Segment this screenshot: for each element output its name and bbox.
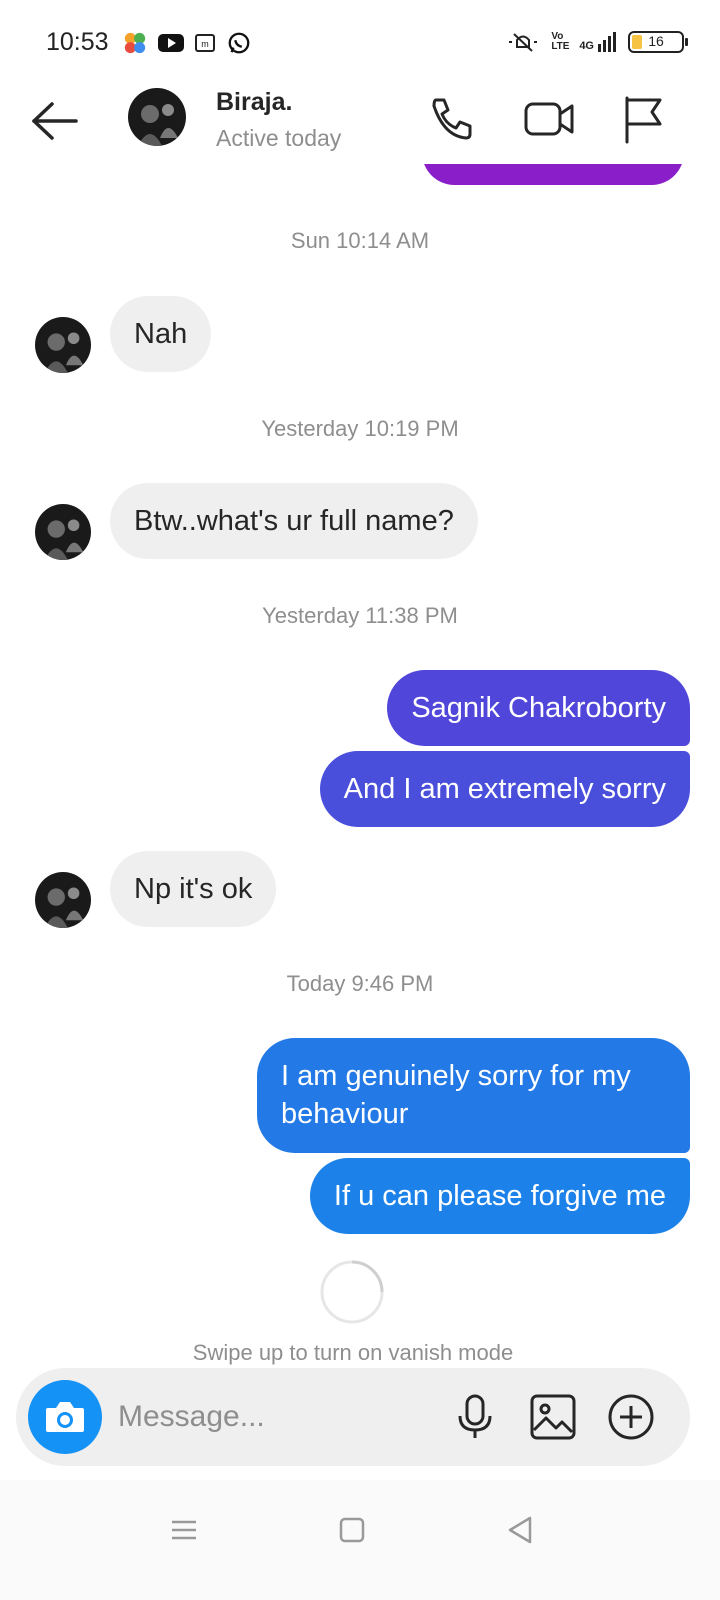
video-camera-icon[interactable]	[522, 92, 576, 146]
gallery-icon[interactable]	[526, 1390, 580, 1444]
whatsapp-icon	[228, 32, 250, 54]
sender-avatar[interactable]	[35, 872, 91, 928]
sender-avatar[interactable]	[35, 504, 91, 560]
contact-avatar[interactable]	[128, 88, 186, 146]
add-icon[interactable]	[604, 1390, 658, 1444]
microphone-icon[interactable]	[448, 1390, 502, 1444]
outgoing-message[interactable]: I am genuinely sorry for my behaviour	[257, 1038, 690, 1153]
timestamp: Yesterday 10:19 PM	[261, 416, 459, 441]
phone-icon[interactable]	[424, 92, 478, 146]
system-navigation-bar	[0, 1480, 720, 1600]
incoming-message[interactable]: Nah	[110, 296, 212, 372]
incoming-message[interactable]: Np it's ok	[110, 851, 277, 927]
status-time: 10:53	[46, 28, 109, 56]
sender-avatar[interactable]	[35, 317, 91, 373]
outgoing-message[interactable]: If u can please forgive me	[309, 1158, 690, 1234]
status-bar: 10:53 m Vo LTE 4G 16	[0, 0, 720, 80]
flag-icon[interactable]	[618, 92, 672, 146]
message-composer	[16, 1368, 690, 1466]
back-arrow-icon[interactable]	[28, 98, 84, 144]
battery-icon: 16	[628, 31, 688, 53]
mute-icon	[509, 33, 538, 52]
timestamp: Yesterday 11:38 PM	[262, 603, 458, 628]
timestamp: Today 9:46 PM	[286, 971, 434, 996]
messages-app-icon: m	[195, 34, 215, 52]
contact-status: Active today	[216, 125, 342, 151]
chat-header: Biraja. Active today	[0, 80, 720, 164]
incoming-message[interactable]: Btw..what's ur full name?	[110, 483, 478, 559]
volte-icon: Vo LTE	[551, 31, 570, 52]
outgoing-message[interactable]: Sagnik Chakroborty	[387, 670, 690, 746]
battery-level: 16	[648, 33, 664, 49]
home-square-icon[interactable]	[332, 1510, 372, 1550]
youtube-icon	[158, 34, 184, 52]
vanish-mode-hint: Swipe up to turn on vanish mode	[192, 1340, 514, 1365]
camera-button[interactable]	[28, 1380, 102, 1454]
outgoing-message[interactable]: And I am extremely sorry	[319, 751, 690, 827]
status-indicators: Vo LTE 4G 16	[507, 30, 688, 54]
loading-spinner-icon	[320, 1260, 384, 1324]
svg-text:m: m	[201, 39, 209, 49]
camera-icon	[46, 1402, 84, 1432]
timestamp: Sun 10:14 AM	[290, 228, 430, 253]
contact-name[interactable]: Biraja.	[216, 88, 292, 117]
signal-icon: 4G	[579, 32, 616, 52]
message-input[interactable]	[118, 1396, 418, 1438]
back-triangle-icon[interactable]	[500, 1510, 540, 1550]
photos-app-icon	[124, 32, 146, 54]
menu-icon[interactable]	[164, 1510, 204, 1550]
